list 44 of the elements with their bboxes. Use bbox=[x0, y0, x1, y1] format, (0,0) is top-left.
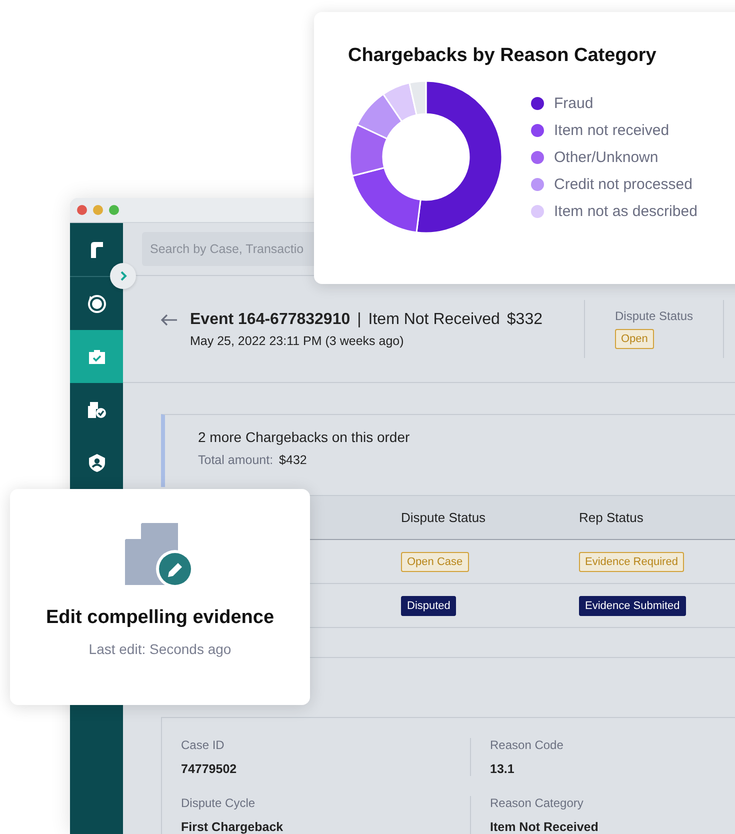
event-date: May 25, 2022 23:11 PM (3 weeks ago) bbox=[190, 334, 405, 348]
status-badge: Open bbox=[615, 329, 654, 349]
title-separator: | bbox=[357, 310, 362, 328]
logo-icon bbox=[90, 240, 104, 258]
column-header: Dispute Status bbox=[401, 510, 486, 525]
shield-user-icon bbox=[88, 452, 106, 472]
status-badge: Evidence Required bbox=[579, 552, 684, 572]
field-value: 74779502 bbox=[181, 762, 238, 776]
column-header: Rep Status bbox=[579, 510, 644, 525]
maximize-window-button[interactable] bbox=[109, 205, 119, 215]
field-label: Reason Code bbox=[490, 738, 564, 752]
expand-sidebar-button[interactable] bbox=[110, 263, 136, 289]
document-check-icon bbox=[86, 400, 106, 418]
field-value: First Chargeback bbox=[181, 820, 284, 834]
status-badge: Open Case bbox=[401, 552, 469, 572]
dollar-cycle-icon bbox=[86, 294, 106, 314]
briefcase-check-icon bbox=[88, 348, 106, 364]
status-badge: Evidence Submited bbox=[579, 596, 686, 616]
card-title: Edit compelling evidence bbox=[46, 607, 274, 629]
total-amount: $432 bbox=[279, 453, 307, 467]
back-arrow-icon[interactable] bbox=[160, 314, 178, 326]
field-value: Item Not Received bbox=[490, 820, 600, 834]
chevron-right-icon bbox=[120, 271, 126, 281]
field-label: Case ID bbox=[181, 738, 226, 752]
legend-label: Other/Unknown bbox=[554, 148, 658, 166]
legend-label: Item not as described bbox=[554, 202, 698, 220]
notice-title: 2 more Chargebacks on this order bbox=[198, 429, 411, 445]
event-amount: $332 bbox=[506, 310, 542, 328]
legend-label: Fraud bbox=[554, 94, 594, 112]
total-label: Total amount: bbox=[198, 453, 274, 467]
donut-slice bbox=[356, 93, 403, 140]
status-label: Dispute Status bbox=[615, 309, 694, 323]
last-edit-text: Last edit: Seconds ago bbox=[88, 641, 232, 657]
field-value: 13.1 bbox=[490, 762, 516, 776]
search-field[interactable]: Search by Case, Transactio bbox=[142, 232, 314, 266]
legend-label: Item not received bbox=[554, 122, 670, 138]
event-reason: Item Not Received bbox=[368, 310, 500, 328]
close-window-button[interactable] bbox=[77, 205, 87, 215]
field-label: Reason Category bbox=[490, 796, 584, 810]
chart-title: Chargebacks by Reason Category bbox=[348, 45, 658, 67]
status-badge: Disputed bbox=[401, 596, 456, 616]
field-label: Dispute Cycle bbox=[181, 796, 256, 810]
event-title: Event 164-677832910 bbox=[190, 310, 350, 328]
legend-label: Credit not processed bbox=[554, 176, 692, 192]
